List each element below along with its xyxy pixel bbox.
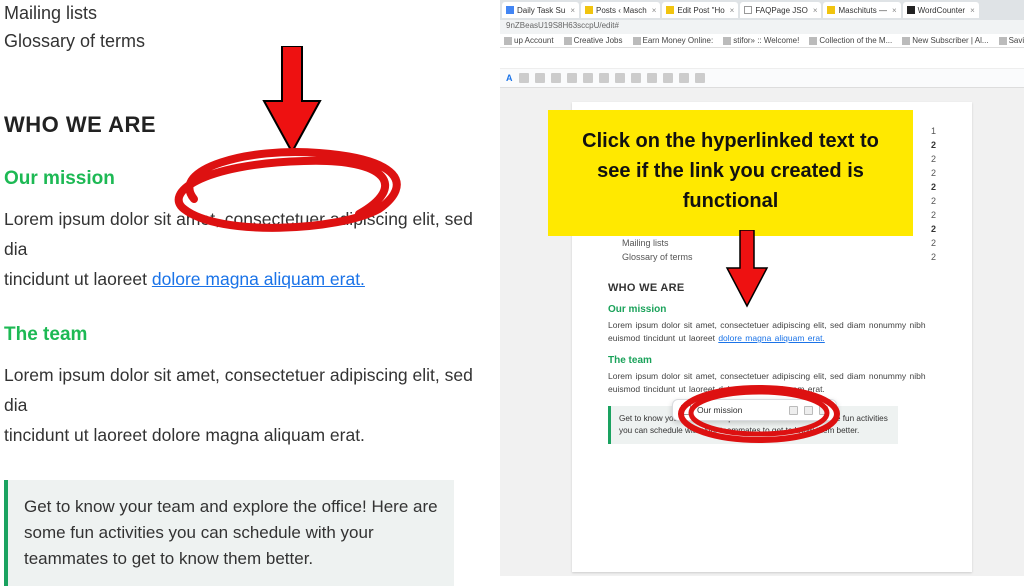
toc-page: 2 — [931, 180, 936, 194]
browser-tab[interactable]: Maschituts — × — [823, 2, 900, 18]
bookmark-item[interactable]: New Subscriber | Al... — [902, 36, 988, 45]
bookmark-label: Collection of the M... — [819, 36, 892, 45]
toc-page: 1 — [931, 124, 936, 138]
who-we-are-heading: WHO WE ARE — [4, 112, 500, 138]
toc-row[interactable]: Mailing lists 2 — [608, 236, 936, 250]
tab-label: Edit Post "Ho — [677, 6, 724, 15]
annotation-circle-icon — [683, 386, 835, 441]
address-bar[interactable]: 9nZBeasU19S8H63sccpU/edit# — [500, 20, 1024, 34]
browser-tab[interactable]: Posts ‹ Masch × — [581, 2, 660, 18]
bookmark-label: Saving the — [1009, 36, 1024, 45]
toc-page: 2 — [931, 208, 936, 222]
close-icon[interactable]: × — [970, 6, 975, 15]
tab-label: Maschituts — — [838, 6, 886, 15]
highlight-icon[interactable] — [519, 73, 529, 83]
insert-image-icon[interactable] — [567, 73, 577, 83]
annotation-circle-icon — [159, 139, 419, 234]
toc-page: 2 — [931, 222, 936, 236]
bookmark-item[interactable]: Collection of the M... — [809, 36, 892, 45]
doc-mission-heading: Our mission — [608, 304, 936, 315]
browser-tab[interactable]: Edit Post "Ho × — [662, 2, 738, 18]
left-document-view: Mailing lists Glossary of terms WHO WE A… — [0, 0, 500, 576]
bookmark-label: New Subscriber | Al... — [912, 36, 988, 45]
bookmark-item[interactable]: stifor» :: Welcome! — [723, 36, 799, 45]
toc-page: 2 — [931, 166, 936, 180]
toc-page: 2 — [931, 194, 936, 208]
toc-item: Glossary of terms — [4, 28, 500, 54]
bookmark-icon — [723, 37, 731, 45]
bookmark-label: Earn Money Online: — [643, 36, 714, 45]
toc-row[interactable]: Glossary of terms 2 — [608, 250, 936, 264]
team-text-line1: Lorem ipsum dolor sit amet, consectetuer… — [4, 365, 473, 415]
mission-hyperlink[interactable]: dolore magna aliquam erat. — [152, 269, 365, 289]
close-icon[interactable]: × — [730, 6, 735, 15]
bookmark-item[interactable]: Saving the — [999, 36, 1024, 45]
browser-tab[interactable]: WordCounter × — [903, 2, 979, 18]
favicon-icon — [744, 6, 752, 14]
tab-label: FAQPage JSO — [755, 6, 807, 15]
info-callout: Get to know your team and explore the of… — [4, 480, 454, 586]
favicon-icon — [907, 6, 915, 14]
bookmark-item[interactable]: up Account — [504, 36, 554, 45]
docs-header — [500, 48, 1024, 68]
instruction-callout: Click on the hyperlinked text to see if … — [548, 110, 913, 236]
bookmark-label: up Account — [514, 36, 554, 45]
bookmark-icon — [809, 37, 817, 45]
bookmark-icon — [504, 37, 512, 45]
bookmark-icon — [564, 37, 572, 45]
favicon-icon — [666, 6, 674, 14]
toc-page: 2 — [931, 152, 936, 166]
toc-fragment: Mailing lists Glossary of terms — [4, 0, 500, 54]
browser-tab-strip: Daily Task Su × Posts ‹ Masch × Edit Post … — [500, 0, 1024, 20]
doc-mission-paragraph: Lorem ipsum dolor sit amet, consectetuer… — [608, 319, 936, 345]
line-spacing-icon[interactable] — [599, 73, 609, 83]
bookmark-item[interactable]: Creative Jobs — [564, 36, 623, 45]
tab-label: Posts ‹ Masch — [596, 6, 647, 15]
favicon-icon — [506, 6, 514, 14]
bookmark-label: Creative Jobs — [574, 36, 623, 45]
insert-link-icon[interactable] — [535, 73, 545, 83]
doc-who-heading: WHO WE ARE — [608, 282, 936, 294]
the-team-heading: The team — [4, 324, 500, 346]
bookmark-label: stifor» :: Welcome! — [733, 36, 799, 45]
browser-tab[interactable]: FAQPage JSO × — [740, 2, 821, 18]
checklist-icon[interactable] — [615, 73, 625, 83]
clear-format-icon[interactable] — [695, 73, 705, 83]
doc-mission-hyperlink[interactable]: dolore magna aliquam erat. — [718, 333, 824, 343]
close-icon[interactable]: × — [813, 6, 818, 15]
toc-page: 2 — [931, 250, 936, 264]
doc-team-heading: The team — [608, 355, 936, 366]
text-color-icon[interactable]: A — [506, 73, 513, 83]
bookmark-icon — [902, 37, 910, 45]
indent-decrease-icon[interactable] — [663, 73, 673, 83]
align-icon[interactable] — [583, 73, 593, 83]
docs-toolbar: A — [500, 68, 1024, 88]
toc-label: Mailing lists — [622, 236, 669, 250]
toc-label: Glossary of terms — [622, 250, 693, 264]
close-icon[interactable]: × — [570, 6, 575, 15]
bookmark-icon — [999, 37, 1007, 45]
toc-item: Mailing lists — [4, 0, 500, 26]
numbered-list-icon[interactable] — [647, 73, 657, 83]
annotation-arrow-icon — [722, 230, 772, 310]
toc-page: 2 — [931, 138, 936, 152]
close-icon[interactable]: × — [652, 6, 657, 15]
bookmark-item[interactable]: Earn Money Online: — [633, 36, 714, 45]
favicon-icon — [585, 6, 593, 14]
bullet-list-icon[interactable] — [631, 73, 641, 83]
favicon-icon — [827, 6, 835, 14]
browser-tab[interactable]: Daily Task Su × — [502, 2, 579, 18]
bookmark-icon — [633, 37, 641, 45]
tab-label: Daily Task Su — [517, 6, 565, 15]
indent-increase-icon[interactable] — [679, 73, 689, 83]
tab-label: WordCounter — [918, 6, 965, 15]
team-text-line2: tincidunt ut laoreet dolore magna aliqua… — [4, 425, 365, 445]
mission-text-line2-pre: tincidunt ut laoreet — [4, 269, 152, 289]
comment-icon[interactable] — [551, 73, 561, 83]
team-paragraph: Lorem ipsum dolor sit amet, consectetuer… — [4, 360, 500, 450]
close-icon[interactable]: × — [892, 6, 897, 15]
toc-page: 2 — [931, 236, 936, 250]
bookmarks-bar: up Account Creative Jobs Earn Money Onli… — [500, 34, 1024, 48]
